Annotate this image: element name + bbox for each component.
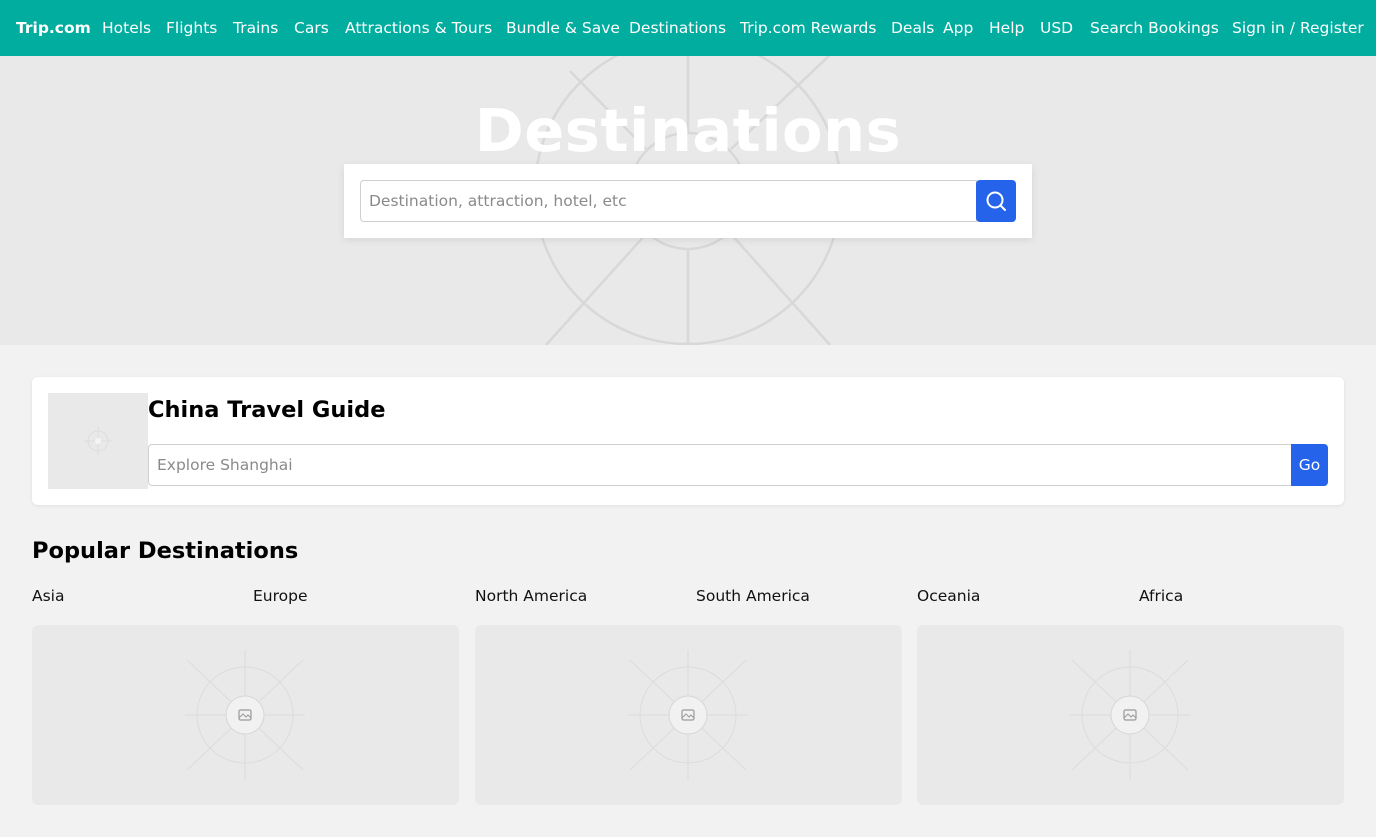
nav-attractions-tours[interactable]: Attractions & Tours	[345, 0, 492, 56]
region-tab-south-america[interactable]: South America	[696, 587, 810, 605]
china-travel-guide-card: China Travel Guide Go	[32, 377, 1344, 505]
nav-app[interactable]: App	[943, 0, 973, 56]
hero-title: Destinations	[474, 96, 902, 165]
nav-destinations[interactable]: Destinations	[629, 0, 726, 56]
search-icon	[986, 191, 1006, 211]
hero-banner: Destinations	[0, 56, 1376, 345]
nav-deals[interactable]: Deals	[891, 0, 934, 56]
image-placeholder-icon	[84, 427, 112, 455]
destination-card[interactable]	[475, 625, 902, 805]
nav-currency[interactable]: USD	[1040, 0, 1073, 56]
china-guide-thumbnail	[48, 393, 148, 489]
china-guide-title: China Travel Guide	[148, 397, 386, 423]
nav-flights[interactable]: Flights	[166, 0, 217, 56]
nav-rewards[interactable]: Trip.com Rewards	[740, 0, 876, 56]
region-tab-africa[interactable]: Africa	[1139, 587, 1183, 605]
brand-logo[interactable]: Trip.com	[16, 0, 91, 56]
nav-hotels[interactable]: Hotels	[102, 0, 151, 56]
nav-search-bookings[interactable]: Search Bookings	[1090, 0, 1219, 56]
image-placeholder-icon	[1070, 650, 1190, 780]
go-button[interactable]: Go	[1291, 444, 1328, 486]
nav-sign-in[interactable]: Sign in / Register	[1232, 0, 1364, 56]
destination-card[interactable]	[32, 625, 459, 805]
popular-destinations-title: Popular Destinations	[32, 538, 299, 564]
region-tab-asia[interactable]: Asia	[32, 587, 64, 605]
destination-card[interactable]	[917, 625, 1344, 805]
image-placeholder-icon	[628, 650, 748, 780]
top-nav: Trip.com Hotels Flights Trains Cars Attr…	[0, 0, 1376, 56]
region-tab-oceania[interactable]: Oceania	[917, 587, 980, 605]
search-button[interactable]	[976, 180, 1016, 222]
region-tab-europe[interactable]: Europe	[253, 587, 308, 605]
nav-trains[interactable]: Trains	[233, 0, 278, 56]
explore-city-input[interactable]	[148, 444, 1292, 486]
destination-search-input[interactable]	[360, 180, 977, 222]
nav-cars[interactable]: Cars	[294, 0, 329, 56]
nav-help[interactable]: Help	[989, 0, 1024, 56]
search-box	[344, 164, 1032, 238]
image-placeholder-icon	[185, 650, 305, 780]
nav-bundle-save[interactable]: Bundle & Save	[506, 0, 620, 56]
region-tab-north-america[interactable]: North America	[475, 587, 587, 605]
